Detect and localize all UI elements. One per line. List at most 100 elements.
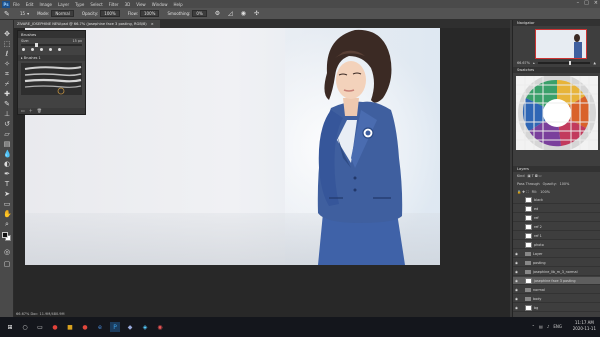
opacity-input[interactable]: 100% bbox=[100, 10, 120, 17]
brush-folder[interactable]: ▸ Brushes 1 bbox=[18, 55, 85, 61]
ie-icon[interactable]: e bbox=[95, 322, 105, 332]
lock-icons[interactable]: 🔒 ✚ ⛶ bbox=[517, 190, 529, 194]
close-tab-icon[interactable]: × bbox=[151, 22, 154, 26]
app-icon[interactable]: ◈ bbox=[140, 322, 150, 332]
navigator-preview[interactable] bbox=[535, 29, 587, 59]
app-icon[interactable]: ◆ bbox=[125, 322, 135, 332]
app-icon[interactable]: ◉ bbox=[155, 322, 165, 332]
gradient-tool-icon[interactable]: ▤ bbox=[3, 140, 11, 148]
new-brush-icon[interactable]: ＋ bbox=[29, 108, 33, 114]
eyedropper-tool-icon[interactable]: ⌿ bbox=[3, 80, 11, 88]
layer-kind-filter[interactable]: Kind bbox=[517, 174, 524, 178]
menu-filter[interactable]: Filter bbox=[109, 2, 119, 7]
eye-icon[interactable]: ◉ bbox=[514, 306, 519, 310]
close-icon[interactable]: × bbox=[594, 0, 598, 6]
pressure-icon[interactable]: ◉ bbox=[241, 10, 246, 17]
navigator-tab[interactable]: Navigator bbox=[513, 20, 600, 26]
clock[interactable]: 11:17 AM 2020-11-11 bbox=[573, 320, 596, 332]
shape-tool-icon[interactable]: ▭ bbox=[3, 200, 11, 208]
search-icon[interactable]: ○ bbox=[20, 322, 30, 332]
eye-icon[interactable]: ◉ bbox=[514, 252, 519, 256]
layer-group-row[interactable]: ◉ posting bbox=[513, 259, 600, 267]
brush-size-slider[interactable] bbox=[21, 43, 82, 47]
blend-mode-select[interactable]: Pass Through bbox=[517, 182, 540, 186]
navigator-zoom[interactable]: 66.67% bbox=[517, 61, 530, 65]
eye-icon[interactable]: ◉ bbox=[514, 270, 519, 274]
marquee-tool-icon[interactable]: ⬚ bbox=[3, 40, 11, 48]
brush-preset-dot[interactable] bbox=[40, 48, 43, 51]
eye-icon[interactable]: ◉ bbox=[514, 297, 519, 301]
layer-group-row[interactable]: ◉ Layer bbox=[513, 250, 600, 258]
color-swatch-grid[interactable] bbox=[516, 74, 598, 152]
file-explorer-icon[interactable]: ■ bbox=[65, 322, 75, 332]
pen-tool-icon[interactable]: ✒ bbox=[3, 170, 11, 178]
slider-handle[interactable] bbox=[35, 43, 38, 47]
eye-icon[interactable]: ◉ bbox=[514, 288, 519, 292]
screen-mode-icon[interactable]: ▢ bbox=[3, 260, 11, 268]
layer-group-row[interactable]: ◉ josephine_lib_m_3_normal bbox=[513, 268, 600, 276]
crop-tool-icon[interactable]: ⌗ bbox=[3, 70, 11, 78]
layer-fill-value[interactable]: 100% bbox=[540, 190, 550, 194]
document-canvas[interactable] bbox=[25, 28, 440, 265]
filter-icons[interactable]: ▣ T ◘ ⬭ bbox=[527, 174, 541, 178]
layer-row-selected[interactable]: ◉ josephine face 3 posting bbox=[513, 277, 600, 285]
menu-layer[interactable]: Layer bbox=[58, 2, 69, 7]
symmetry-icon[interactable]: ✣ bbox=[254, 10, 259, 17]
menu-edit[interactable]: Edit bbox=[26, 2, 34, 7]
dodge-tool-icon[interactable]: ◐ bbox=[3, 160, 11, 168]
maximize-icon[interactable]: □ bbox=[584, 0, 589, 6]
menu-image[interactable]: Image bbox=[39, 2, 52, 7]
zoom-tool-icon[interactable]: ⌕ bbox=[3, 220, 11, 228]
eraser-tool-icon[interactable]: ▱ bbox=[3, 130, 11, 138]
slider-handle[interactable] bbox=[569, 61, 572, 65]
history-brush-tool-icon[interactable]: ↺ bbox=[3, 120, 11, 128]
brush-size-picker[interactable]: 15 ▾ bbox=[20, 11, 29, 16]
type-tool-icon[interactable]: T bbox=[3, 180, 11, 188]
opera-icon[interactable]: ● bbox=[50, 322, 60, 332]
hand-tool-icon[interactable]: ✋ bbox=[3, 210, 12, 218]
layer-row[interactable]: ref 2 bbox=[513, 223, 600, 231]
flow-input[interactable]: 100% bbox=[140, 10, 160, 17]
menu-select[interactable]: Select bbox=[90, 2, 102, 7]
chevron-up-icon[interactable]: ⌃ bbox=[532, 324, 535, 329]
layer-opacity-value[interactable]: 100% bbox=[560, 182, 570, 186]
language-indicator[interactable]: ENG bbox=[553, 324, 562, 329]
stamp-tool-icon[interactable]: ⊥ bbox=[3, 110, 11, 118]
brush-preset-dot[interactable] bbox=[31, 48, 34, 51]
layer-group-row[interactable]: ◉ normal bbox=[513, 286, 600, 294]
smoothing-input[interactable]: 0% bbox=[192, 10, 207, 17]
move-tool-icon[interactable]: ✥ bbox=[3, 30, 11, 38]
gear-icon[interactable]: ⚙ bbox=[215, 10, 220, 17]
brush-preset-dot[interactable] bbox=[49, 48, 52, 51]
brushes-panel-title[interactable]: Brushes bbox=[18, 31, 85, 38]
windows-start-icon[interactable]: ⊞ bbox=[5, 322, 15, 332]
menu-type[interactable]: Type bbox=[75, 2, 84, 7]
eye-icon[interactable]: ◉ bbox=[514, 261, 519, 265]
layer-row[interactable]: black bbox=[513, 196, 600, 204]
layer-row[interactable]: photo bbox=[513, 241, 600, 249]
brush-preset-dot[interactable] bbox=[22, 48, 25, 51]
healing-tool-icon[interactable]: ✚ bbox=[3, 90, 11, 98]
delete-icon[interactable]: 🗑 bbox=[37, 108, 42, 114]
eye-icon[interactable]: ◉ bbox=[514, 279, 519, 283]
brush-preset-dot[interactable] bbox=[58, 48, 61, 51]
menu-view[interactable]: View bbox=[136, 2, 146, 7]
zoom-out-icon[interactable]: ▴ bbox=[533, 61, 535, 65]
brush-stroke-previews[interactable] bbox=[21, 63, 82, 95]
quick-select-tool-icon[interactable]: ✧ bbox=[3, 60, 11, 68]
mode-select[interactable]: Normal bbox=[51, 10, 74, 17]
quick-mask-icon[interactable]: ◎ bbox=[3, 248, 11, 256]
layer-row[interactable]: ref bbox=[513, 214, 600, 222]
menu-3d[interactable]: 3D bbox=[125, 2, 131, 7]
media-player-icon[interactable]: ● bbox=[80, 322, 90, 332]
layer-row[interactable]: ed bbox=[513, 205, 600, 213]
layer-group-row[interactable]: ◉ body bbox=[513, 295, 600, 303]
photoshop-taskbar-icon[interactable]: P bbox=[110, 322, 120, 332]
new-folder-icon[interactable]: ▭ bbox=[21, 108, 25, 114]
path-select-tool-icon[interactable]: ➤ bbox=[3, 190, 11, 198]
layer-row[interactable]: ◉ bg bbox=[513, 304, 600, 312]
brush-tool-icon[interactable]: ✎ bbox=[4, 10, 12, 18]
task-view-icon[interactable]: ▭ bbox=[35, 322, 45, 332]
minimize-icon[interactable]: – bbox=[577, 0, 580, 6]
layer-row[interactable]: ref 1 bbox=[513, 232, 600, 240]
